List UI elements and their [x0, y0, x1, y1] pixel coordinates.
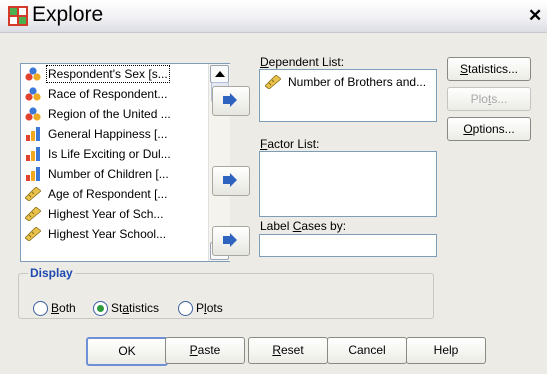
list-item[interactable]: Age of Respondent [... [21, 184, 207, 204]
reset-button[interactable]: Reset [248, 337, 328, 364]
cancel-button[interactable]: Cancel [327, 337, 407, 364]
move-to-dependent-button[interactable] [212, 86, 250, 116]
arrow-right-icon [223, 233, 237, 247]
list-item[interactable]: Region of the United ... [21, 104, 207, 124]
both-radio[interactable] [33, 301, 48, 316]
dependent-list-box[interactable]: Number of Brothers and... [259, 69, 437, 122]
scale-icon [25, 227, 41, 241]
nominal-icon [25, 87, 41, 101]
plots-radio-label[interactable]: Plots [196, 301, 223, 315]
list-item[interactable]: Number of Brothers and... [262, 73, 434, 91]
factor-list-label: Factor List: [260, 137, 320, 151]
close-icon[interactable]: ✕ [528, 6, 542, 26]
help-button[interactable]: Help [406, 337, 486, 364]
list-item[interactable]: Highest Year School... [21, 224, 207, 244]
explore-app-icon [8, 6, 28, 26]
statistics-button[interactable]: Statistics... [447, 57, 531, 81]
list-item[interactable]: Respondent's Sex [s... [21, 64, 207, 84]
statistics-radio[interactable] [93, 301, 108, 316]
window-title: Explore [32, 3, 104, 26]
move-to-label-cases-button[interactable] [212, 226, 250, 256]
list-item[interactable]: Race of Respondent... [21, 84, 207, 104]
scale-icon [265, 75, 281, 89]
both-radio-label[interactable]: Both [51, 301, 76, 315]
radio-selected-dot [97, 305, 104, 312]
paste-button[interactable]: Paste [165, 337, 245, 364]
scroll-up-button[interactable] [210, 65, 229, 83]
dependent-list-label: Dependent List: [260, 55, 345, 69]
source-variable-list[interactable]: Respondent's Sex [s... Race of Responden… [20, 63, 230, 262]
list-item[interactable]: Number of Children [... [21, 164, 207, 184]
factor-list-box[interactable] [259, 151, 437, 217]
display-group-title: Display [28, 266, 75, 280]
ordinal-icon [26, 147, 40, 161]
ok-button[interactable]: OK [86, 337, 168, 366]
plots-button[interactable]: Plots... [447, 87, 531, 111]
nominal-icon [25, 67, 41, 81]
triangle-up-icon [215, 71, 225, 77]
label-cases-label: Label Cases by: [260, 219, 347, 233]
statistics-radio-label[interactable]: Statistics [111, 301, 159, 315]
scale-icon [25, 187, 41, 201]
label-cases-field[interactable] [259, 234, 437, 257]
explore-dialog: Explore ✕ Respondent's Sex [s... Race of… [0, 0, 547, 374]
title-bar[interactable]: Explore ✕ [0, 0, 547, 33]
display-group [18, 273, 434, 319]
ordinal-icon [26, 167, 40, 181]
plots-radio[interactable] [178, 301, 193, 316]
scale-icon [25, 207, 41, 221]
list-item[interactable]: Is Life Exciting or Dul... [21, 144, 207, 164]
nominal-icon [25, 107, 41, 121]
list-item[interactable]: General Happiness [... [21, 124, 207, 144]
options-button[interactable]: Options... [447, 117, 531, 141]
arrow-right-icon [223, 173, 237, 187]
ordinal-icon [26, 127, 40, 141]
move-to-factor-button[interactable] [212, 166, 250, 196]
arrow-right-icon [223, 93, 237, 107]
list-item[interactable]: Highest Year of Sch... [21, 204, 207, 224]
